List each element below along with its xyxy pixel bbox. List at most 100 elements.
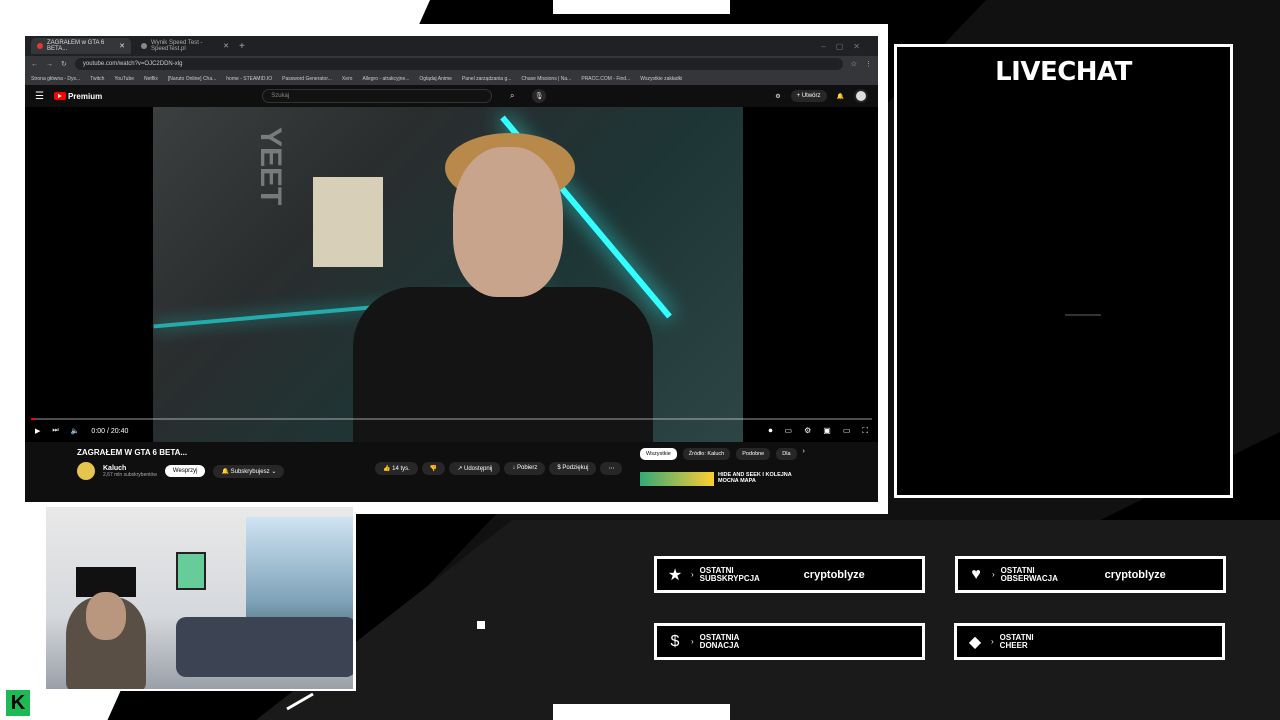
channel-name[interactable]: Kaluch — [103, 465, 157, 472]
chevron-right-icon: › — [992, 570, 995, 579]
reload-icon[interactable]: ↻ — [61, 60, 67, 68]
bookmark-item[interactable]: YouTube — [114, 76, 134, 82]
recommendation-chips: Wszystkie Źródło: Kaluch Podobne Dla › — [640, 448, 805, 460]
bookmark-item[interactable]: [Naruto Online] Cha... — [168, 76, 216, 82]
tab-bar: ZAGRAŁEM w GTA 6 BETA... ✕ Wynik Speed T… — [25, 36, 878, 56]
more-actions-icon[interactable]: ⋯ — [600, 462, 623, 475]
like-button[interactable]: 👍 14 tys. — [375, 462, 418, 475]
livechat-divider — [1065, 314, 1101, 316]
player-controls-right: ⏺ ▭ ⚙ ▣ ▭ ⛶ — [769, 426, 868, 436]
gear-icon[interactable]: ⚙ — [775, 93, 780, 100]
chevron-right-icon: › — [991, 637, 994, 646]
recommended-video[interactable]: HIDE AND SEEK I KOLEJNA MOCNA MAPA — [640, 472, 808, 486]
chevron-right-icon: › — [691, 570, 694, 579]
miniplayer-icon[interactable]: ▣ — [823, 426, 831, 436]
video-actions: 👍 14 tys. 👎 ↗ Udostępnij ↓ Pobierz $ Pod… — [375, 462, 623, 475]
bookmark-item[interactable]: Chase Missions | Na... — [521, 76, 571, 82]
subtitles-icon[interactable]: ▭ — [785, 426, 793, 436]
bookmark-item[interactable]: Panel zarządzania g... — [462, 76, 511, 82]
avatar[interactable] — [854, 89, 868, 103]
bookmark-item[interactable]: Strona główna - Dys... — [31, 76, 80, 82]
youtube-logo[interactable]: Premium — [53, 92, 102, 101]
alert-label: OSTATNI CHEER — [999, 632, 1034, 650]
recommended-title: HIDE AND SEEK I KOLEJNA MOCNA MAPA — [718, 472, 792, 484]
search-input[interactable]: Szukaj — [262, 89, 493, 103]
bookmark-item[interactable]: Oglądaj Anime — [419, 76, 452, 82]
bookmark-item[interactable]: Password Generator... — [282, 76, 332, 82]
bookmark-star-icon[interactable]: ☆ — [851, 60, 857, 68]
chevron-right-icon[interactable]: › — [803, 448, 805, 460]
back-icon[interactable]: ← — [31, 61, 38, 68]
channel-avatar[interactable] — [77, 462, 95, 480]
url-input[interactable]: youtube.com/watch?v=OJC2DDN-xlg — [74, 58, 843, 70]
livechat-title: LIVECHAT — [995, 57, 1132, 87]
volume-icon[interactable]: 🔈 — [71, 427, 80, 435]
bookmark-item[interactable]: PRACC.COM - Find... — [581, 76, 630, 82]
kick-logo: K — [6, 690, 30, 716]
autoplay-toggle-icon[interactable]: ⏺ — [769, 426, 773, 436]
forward-icon[interactable]: → — [46, 61, 53, 68]
tab-title: Wynik Speed Test - SpeedTest.pl — [151, 40, 203, 52]
alert-last-subscriber: ★ › OSTATNI SUBSKRYPCJA cryptoblyze — [654, 556, 925, 593]
person-head — [453, 147, 563, 297]
recommended-thumbnail — [640, 472, 714, 486]
next-icon[interactable]: ⏭ — [52, 427, 58, 435]
chip-all[interactable]: Wszystkie — [640, 448, 677, 460]
thanks-button[interactable]: $ Podziękuj — [549, 462, 597, 475]
alert-inner: ◆ › OSTATNI CHEER — [957, 626, 1222, 657]
channel-subscribers: 2,67 mln subskrybentów — [103, 471, 157, 478]
play-icon[interactable]: ▶ — [35, 427, 40, 435]
subscribe-button[interactable]: 🔔 Subskrybujesz ⌄ — [213, 464, 285, 478]
bookmark-item[interactable]: Wszystkie zakładki — [640, 76, 682, 82]
video-player[interactable]: YEET ▶ ⏭ 🔈 0:00 / 20:40 ⏺ ▭ ⚙ ▣ ▭ ⛶ — [25, 107, 878, 442]
bell-icon[interactable]: 🔔 — [837, 93, 844, 100]
bookmark-item[interactable]: home - STEAMID.IO — [226, 76, 272, 82]
bookmark-item[interactable]: Allegro - atrakcyjne... — [362, 76, 409, 82]
hamburger-menu-icon[interactable]: ☰ — [35, 91, 44, 102]
diamond-icon: ◆ — [968, 633, 982, 651]
close-icon[interactable]: ✕ — [119, 42, 125, 50]
download-label: Pobierz — [517, 465, 538, 471]
menu-dots-icon[interactable]: ⋮ — [865, 60, 872, 68]
alert-last-cheer: ◆ › OSTATNI CHEER — [954, 623, 1225, 660]
theater-icon[interactable]: ▭ — [843, 426, 851, 436]
bookmark-item[interactable]: Xero — [342, 76, 353, 82]
alert-inner: $ › OSTATNIA DONACJA — [657, 626, 922, 657]
join-button[interactable]: Wesprzyj — [164, 465, 206, 477]
alert-label: OSTATNI SUBSKRYPCJA — [699, 565, 760, 583]
viewer-count: 0 — [38, 688, 52, 713]
chip-for[interactable]: Dla — [776, 448, 797, 460]
dislike-button[interactable]: 👎 — [421, 462, 446, 475]
settings-icon[interactable]: ⚙ — [804, 426, 811, 436]
window-controls[interactable]: –▢✕ — [821, 42, 878, 51]
fullscreen-icon[interactable]: ⛶ — [862, 426, 868, 436]
alert-inner: ♥ › OSTATNI OBSERWACJA cryptoblyze — [958, 559, 1223, 590]
alert-label: OSTATNIA DONACJA — [699, 632, 740, 650]
browser-tab-youtube[interactable]: ZAGRAŁEM w GTA 6 BETA... ✕ — [31, 38, 131, 54]
livechat-panel: LIVECHAT — [894, 44, 1233, 498]
browser-window: ZAGRAŁEM w GTA 6 BETA... ✕ Wynik Speed T… — [25, 36, 878, 502]
tab-title: ZAGRAŁEM w GTA 6 BETA... — [47, 40, 105, 52]
new-tab-icon[interactable]: + — [239, 41, 245, 52]
bookmark-item[interactable]: Netflix — [144, 76, 158, 82]
alert-last-follower: ♥ › OSTATNI OBSERWACJA cryptoblyze — [955, 556, 1226, 593]
channel-info: Kaluch 2,67 mln subskrybentów — [103, 465, 157, 478]
subscribe-label: Subskrybujesz — [230, 468, 270, 475]
create-button[interactable]: + Utwórz — [790, 90, 827, 102]
share-button[interactable]: ↗ Udostępnij — [449, 462, 501, 475]
download-button[interactable]: ↓ Pobierz — [504, 462, 546, 475]
search-icon[interactable]: ⌕ — [502, 89, 522, 103]
webcam-sofa — [176, 617, 353, 677]
browser-tab-speedtest[interactable]: Wynik Speed Test - SpeedTest.pl ✕ — [135, 38, 235, 54]
wall-text: YEET — [254, 127, 287, 206]
chip-source[interactable]: Źródło: Kaluch — [682, 448, 731, 460]
address-bar: ← → ↻ youtube.com/watch?v=OJC2DDN-xlg ☆ … — [25, 56, 878, 72]
chip-similar[interactable]: Podobne — [736, 448, 771, 460]
alert-value: cryptoblyze — [803, 568, 865, 581]
time-display: 0:00 / 20:40 — [91, 427, 129, 435]
youtube-header-right: ⚙ + Utwórz 🔔 — [775, 89, 868, 103]
bookmark-item[interactable]: Twitch — [90, 76, 104, 82]
video-frame: YEET — [153, 107, 743, 442]
microphone-icon[interactable]: 🎙 — [532, 89, 547, 103]
close-icon[interactable]: ✕ — [223, 42, 229, 50]
